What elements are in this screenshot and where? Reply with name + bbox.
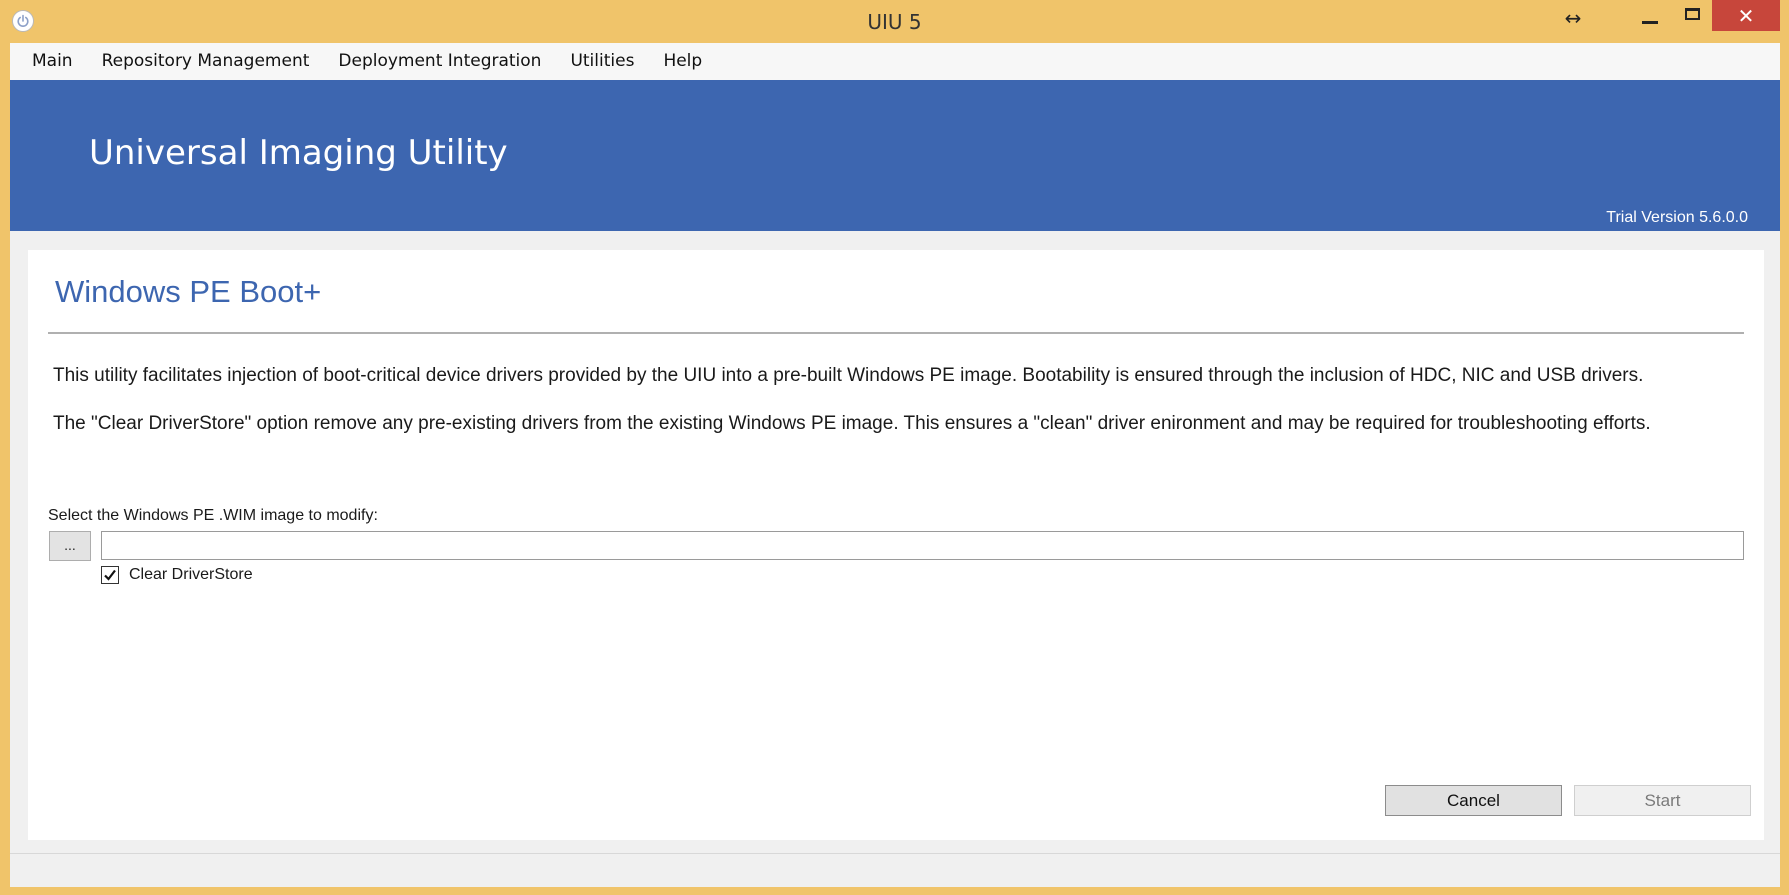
wim-select-label: Select the Windows PE .WIM image to modi…: [48, 507, 378, 524]
menu-help[interactable]: Help: [649, 43, 716, 80]
maximize-icon: [1684, 7, 1700, 20]
description-text: This utility facilitates injection of bo…: [53, 365, 1644, 386]
menu-deployment-integration[interactable]: Deployment Integration: [324, 43, 555, 80]
status-bar: [10, 853, 1780, 887]
title-bar[interactable]: UIU 5 ↔ ✕: [0, 0, 1789, 43]
wim-path-input[interactable]: [101, 531, 1744, 560]
driverstore-description-text: The "Clear DriverStore" option remove an…: [53, 413, 1651, 434]
cancel-button[interactable]: Cancel: [1385, 785, 1562, 816]
close-button[interactable]: ✕: [1712, 0, 1780, 31]
minimize-icon: [1642, 21, 1658, 24]
browse-button[interactable]: ...: [49, 531, 91, 561]
version-label: Trial Version 5.6.0.0: [1606, 209, 1748, 226]
menu-repository-management[interactable]: Repository Management: [88, 43, 324, 80]
banner-title: Universal Imaging Utility: [89, 133, 508, 173]
close-icon: ✕: [1737, 3, 1755, 28]
menu-main[interactable]: Main: [10, 43, 87, 80]
window-title: UIU 5: [867, 10, 922, 34]
checkmark-icon: [104, 569, 116, 581]
maximize-button[interactable]: [1672, 0, 1712, 31]
content-panel: Windows PE Boot+ This utility facilitate…: [28, 250, 1764, 840]
menu-utilities[interactable]: Utilities: [556, 43, 648, 80]
resize-icon[interactable]: ↔: [1555, 2, 1591, 33]
app-window: UIU 5 ↔ ✕ Main Repository Management Dep…: [0, 0, 1789, 895]
title-divider: [48, 332, 1744, 334]
page-title: Windows PE Boot+: [55, 274, 322, 309]
clear-driverstore-label[interactable]: Clear DriverStore: [129, 566, 253, 584]
start-button[interactable]: Start: [1574, 785, 1751, 816]
minimize-button[interactable]: [1630, 0, 1670, 31]
client-area: Main Repository Management Deployment In…: [10, 43, 1780, 887]
clear-driverstore-checkbox[interactable]: [101, 566, 119, 584]
menu-bar: Main Repository Management Deployment In…: [10, 43, 1780, 80]
header-banner: Universal Imaging Utility Trial Version …: [10, 80, 1780, 231]
